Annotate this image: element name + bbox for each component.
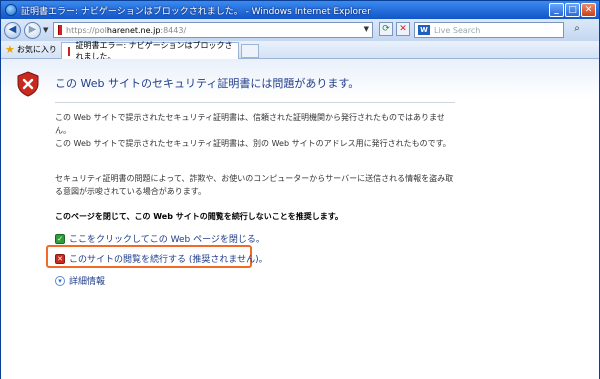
history-dropdown-icon[interactable]: ▼ — [43, 26, 48, 34]
search-icon[interactable]: ⌕ — [569, 23, 585, 37]
green-shield-icon: ✓ — [55, 233, 65, 244]
tab-current[interactable]: 証明書エラー: ナビゲーションはブロックされました。 — [61, 41, 239, 61]
refresh-button[interactable]: ⟳ — [379, 22, 393, 36]
divider — [55, 102, 455, 103]
favorites-label: お気に入り — [16, 45, 57, 54]
continue-to-site-link[interactable]: ✕ このサイトの閲覧を続行する (推奨されません)。 — [55, 252, 268, 265]
page-title: この Web サイトのセキュリティ証明書には問題があります。 — [55, 77, 360, 90]
expand-circle-icon: ▾ — [55, 275, 65, 286]
url-host: harenet.ne.jp — [106, 25, 161, 35]
error-paragraph-3: セキュリティ証明書の問題によって、詐欺や、お使いのコンピューターからサーバーに送… — [55, 174, 454, 196]
close-page-link[interactable]: ✓ ここをクリックしてこの Web ページを閉じる。 — [55, 232, 265, 245]
page-content: この Web サイトのセキュリティ証明書には問題があります。 この Web サイ… — [1, 59, 599, 379]
url-suffix: :8443/ — [160, 25, 187, 35]
continue-link-text[interactable]: このサイトの閲覧を続行する (推奨されません)。 — [69, 252, 268, 265]
recommendation-text: このページを閉じて、この Web サイトの閲覧を続行しないことを推奨します。 — [55, 212, 343, 221]
stop-button[interactable]: ✕ — [396, 22, 410, 36]
address-row: ◀ ▶ ▼ https://pol harenet.ne.jp:8443/ ▼ ⟳… — [1, 19, 599, 41]
shield-error-icon — [17, 71, 39, 97]
star-icon: ★ — [5, 43, 15, 56]
url-prefix: https://pol — [66, 25, 107, 35]
certificate-error-tab-icon — [68, 46, 71, 56]
minimize-button[interactable]: _ — [549, 3, 564, 17]
red-shield-icon: ✕ — [55, 253, 65, 264]
ie-icon — [5, 4, 17, 16]
close-button[interactable]: ✕ — [581, 3, 596, 17]
maximize-button[interactable]: □ — [565, 3, 580, 17]
more-information-text[interactable]: 詳細情報 — [69, 274, 105, 287]
title-bar: 証明書エラー: ナビゲーションはブロックされました。 - Windows Int… — [1, 1, 599, 19]
window-controls: _ □ ✕ — [549, 3, 596, 17]
error-paragraph-2: この Web サイトで提示されたセキュリティ証明書は、別の Web サイトのアド… — [55, 139, 451, 148]
more-information-link[interactable]: ▾ 詳細情報 — [55, 274, 105, 287]
address-dropdown-icon[interactable]: ▼ — [364, 25, 369, 33]
address-tools: ⟳ ✕ — [379, 22, 410, 36]
back-button[interactable]: ◀ — [4, 21, 21, 39]
favorites-button[interactable]: ★ お気に入り — [5, 43, 57, 56]
new-tab-button[interactable] — [241, 44, 259, 58]
address-field[interactable]: https://pol harenet.ne.jp:8443/ ▼ — [53, 22, 373, 38]
error-paragraph-1: この Web サイトで提示されたセキュリティ証明書は、信頼された証明機関から発行… — [55, 113, 445, 135]
browser-window: 証明書エラー: ナビゲーションはブロックされました。 - Windows Int… — [0, 0, 600, 379]
tab-row: ★ お気に入り 証明書エラー: ナビゲーションはブロックされました。 — [1, 41, 599, 61]
certificate-error-icon — [58, 25, 62, 35]
forward-button[interactable]: ▶ — [24, 21, 41, 39]
window-title: 証明書エラー: ナビゲーションはブロックされました。 - Windows Int… — [21, 6, 371, 17]
close-page-link-text[interactable]: ここをクリックしてこの Web ページを閉じる。 — [69, 232, 265, 245]
live-search-icon: W — [418, 25, 430, 35]
search-input[interactable]: W Live Search — [414, 22, 564, 38]
search-placeholder: Live Search — [434, 25, 481, 35]
